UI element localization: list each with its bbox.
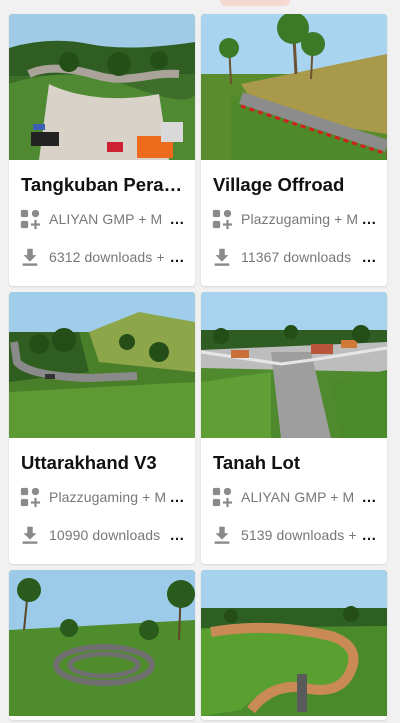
map-thumbnail [201,292,387,438]
downloads-text: 5139 downloads + [241,527,357,543]
downloads-row: 6312 downloads + … [19,246,185,268]
downloads-row: 11367 downloads … [211,246,377,268]
downloads-text: 10990 downloads [49,527,161,543]
map-title: Uttarakhand V3 [21,452,157,473]
map-title: Tanah Lot [213,452,301,473]
truncation-dots: … [361,526,377,544]
downloads-text: 11367 downloads [241,249,352,265]
download-icon [22,526,38,544]
map-thumbnail [9,292,195,438]
author-row: Plazzugaming + M … [19,486,185,508]
author-row: ALIYAN GMP + M … [211,486,377,508]
downloads-row: 5139 downloads + … [211,524,377,546]
apps-add-icon [20,487,41,508]
downloads-row: 10990 downloads … [19,524,185,546]
map-card[interactable]: Village Offroad Plazzugaming + M … 11367… [201,14,387,286]
apps-add-icon [212,209,233,230]
author-text: Plazzugaming + M [241,211,359,227]
truncation-dots: … [169,526,185,544]
author-row: ALIYAN GMP + M … [19,208,185,230]
apps-add-icon [212,487,233,508]
truncation-dots: … [361,210,377,228]
map-card[interactable] [9,570,195,720]
map-thumbnail [201,570,387,716]
map-title: Tangkuban Perah… [21,174,187,195]
downloads-text: 6312 downloads + [49,249,165,265]
map-thumbnail [9,14,195,160]
author-text: Plazzugaming + M [49,489,167,505]
map-card[interactable] [201,570,387,720]
download-icon [214,248,230,266]
map-thumbnail [9,570,195,716]
author-text: ALIYAN GMP + M [49,211,163,227]
map-card[interactable]: Tangkuban Perah… ALIYAN GMP + M … 6312 d… [9,14,195,286]
map-card[interactable]: Tanah Lot ALIYAN GMP + M … 5139 download… [201,292,387,564]
author-text: ALIYAN GMP + M [241,489,355,505]
top-accent [220,0,290,6]
map-thumbnail [201,14,387,160]
truncation-dots: … [169,210,185,228]
truncation-dots: … [361,248,377,266]
truncation-dots: … [169,248,185,266]
map-grid: Tangkuban Perah… ALIYAN GMP + M … 6312 d… [9,14,387,720]
author-row: Plazzugaming + M … [211,208,377,230]
apps-add-icon [20,209,41,230]
download-icon [214,526,230,544]
download-icon [22,248,38,266]
map-card[interactable]: Uttarakhand V3 Plazzugaming + M … 10990 … [9,292,195,564]
truncation-dots: … [361,488,377,506]
map-title: Village Offroad [213,174,345,195]
truncation-dots: … [169,488,185,506]
